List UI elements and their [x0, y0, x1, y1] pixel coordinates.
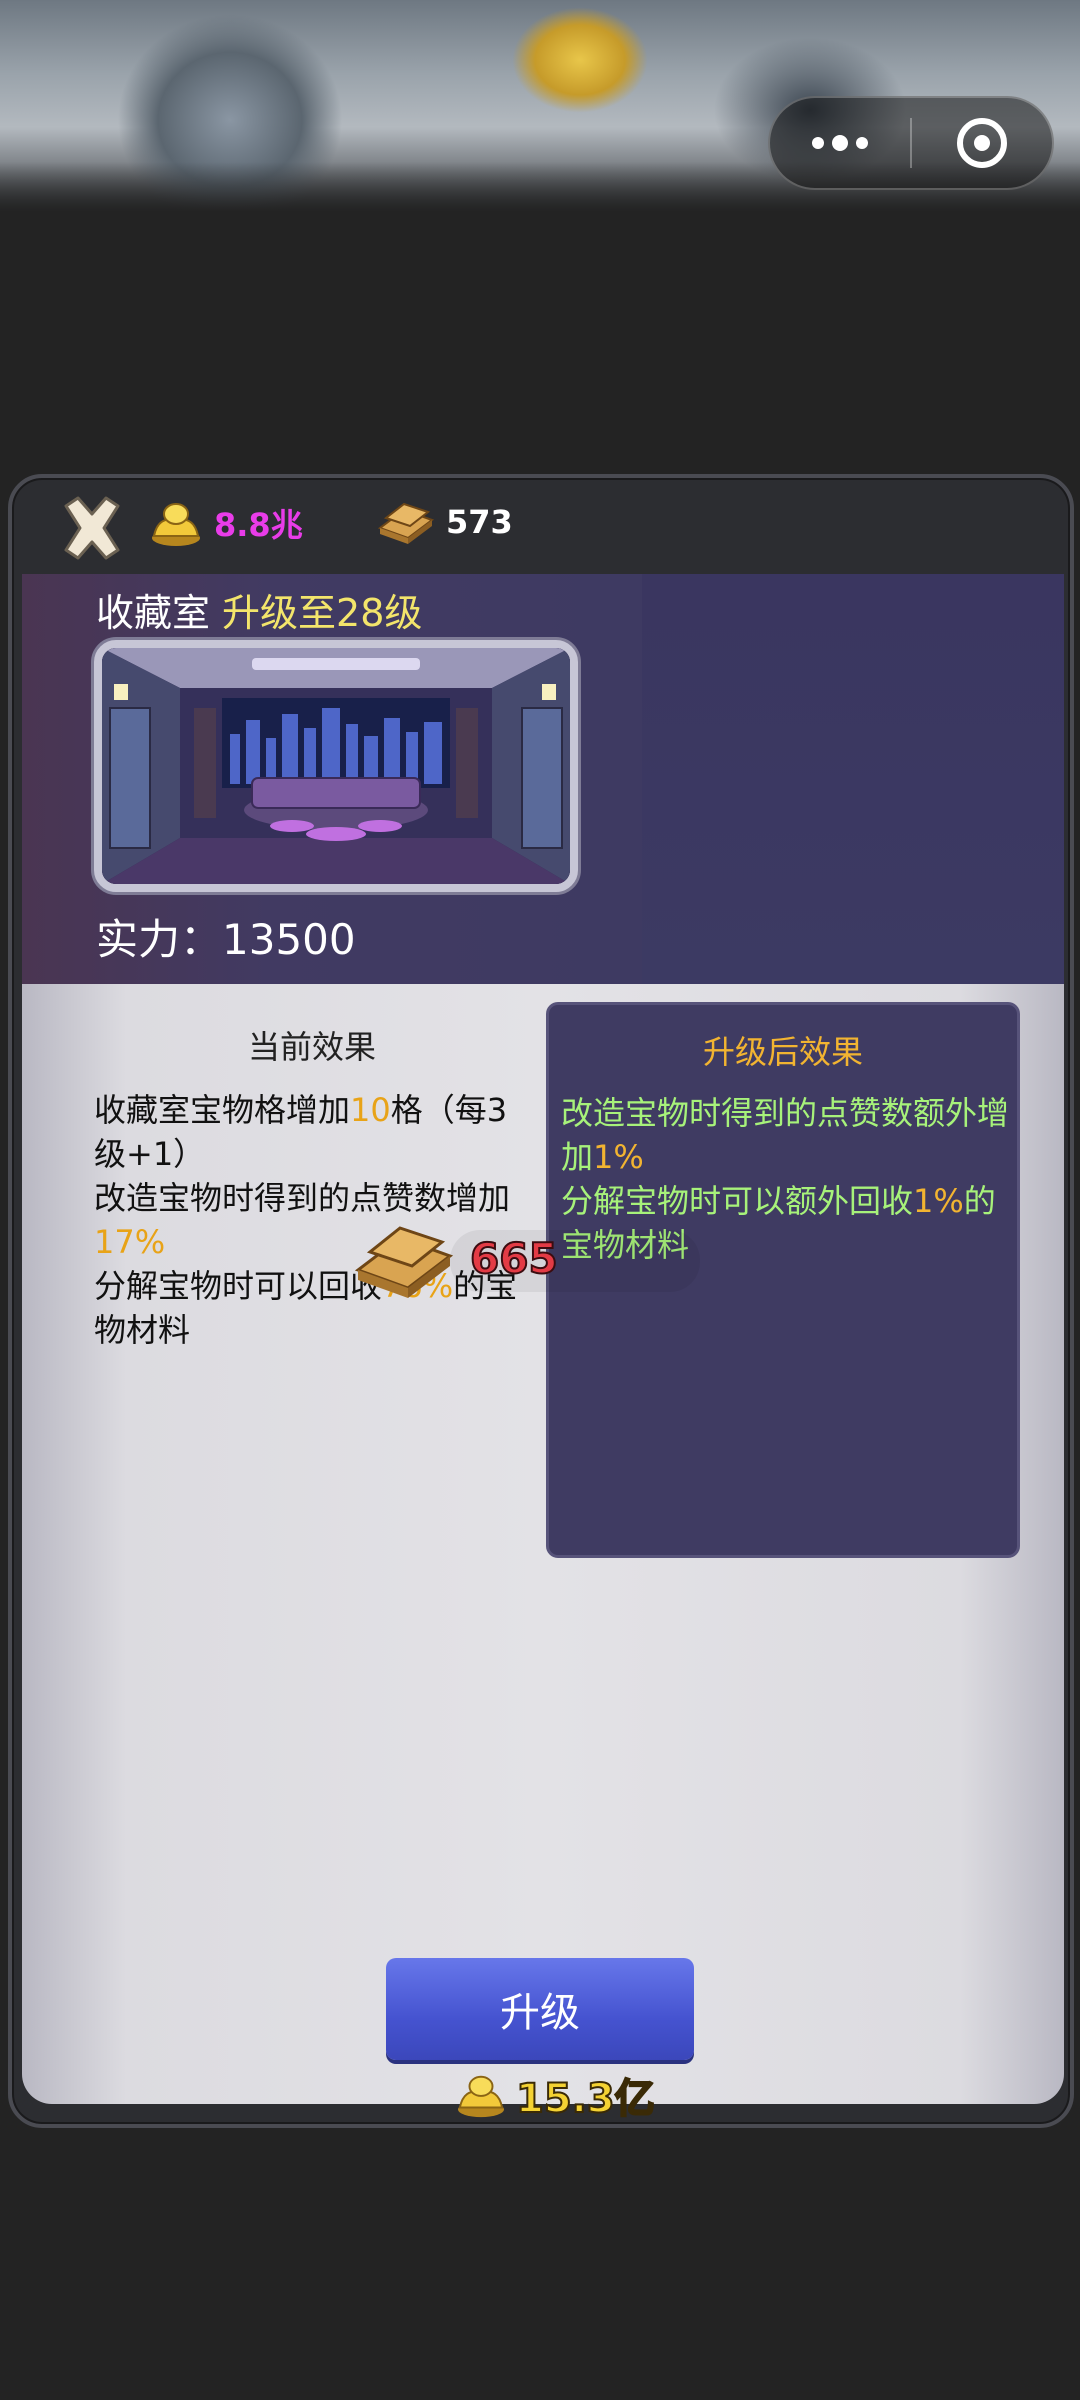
room-name: 收藏室: [96, 591, 211, 635]
power-stat: 实力：13500: [96, 915, 356, 964]
upgrade-target-level: 升级至28级: [222, 591, 423, 635]
wood-plank-icon: [354, 1226, 454, 1298]
power-value: 13500: [222, 915, 356, 964]
wood-required: 665: [469, 1233, 559, 1284]
more-dots-icon[interactable]: [770, 98, 910, 188]
wood-plank-icon: [377, 502, 435, 544]
building-hero: 收藏室 升级至28级 实力：13500: [22, 574, 1064, 984]
wood-cost: 665: [330, 1218, 730, 1298]
effects-content: 当前效果 收藏室宝物格增加10格（每3级+1） 改造宝物时得到的点赞数增加17%…: [22, 984, 1064, 2104]
gold-amount: 8.8兆: [214, 506, 303, 544]
upgrade-button[interactable]: 升级: [386, 1958, 694, 2060]
wood-balance: 573: [376, 498, 513, 546]
gold-ingot-icon: [152, 503, 200, 546]
current-effect-title: 当前效果: [247, 1028, 376, 1066]
resource-header: 8.8兆 573: [12, 478, 1070, 568]
building-title: 收藏室 升级至28级: [96, 582, 422, 637]
close-icon[interactable]: [56, 492, 128, 564]
upgrade-panel: 8.8兆 573 收藏室 升级至28级 实力：13500 当前效果 收藏室宝物格…: [8, 474, 1074, 2128]
mini-program-capsule: [768, 96, 1054, 190]
gold-balance: 8.8兆: [148, 498, 303, 548]
capsule-close-button[interactable]: [912, 98, 1052, 188]
room-preview-image: [94, 640, 578, 892]
gold-ingot-icon: [457, 2075, 505, 2118]
wood-amount: 573: [446, 503, 513, 541]
upgrade-button-label: 升级: [500, 1990, 580, 2036]
upgrade-gold-price: 15.3亿: [454, 2066, 656, 2124]
next-effect-title: 升级后效果: [702, 1033, 863, 1071]
gold-price-value: 15.3亿: [515, 2075, 656, 2123]
target-close-icon: [957, 118, 1007, 168]
